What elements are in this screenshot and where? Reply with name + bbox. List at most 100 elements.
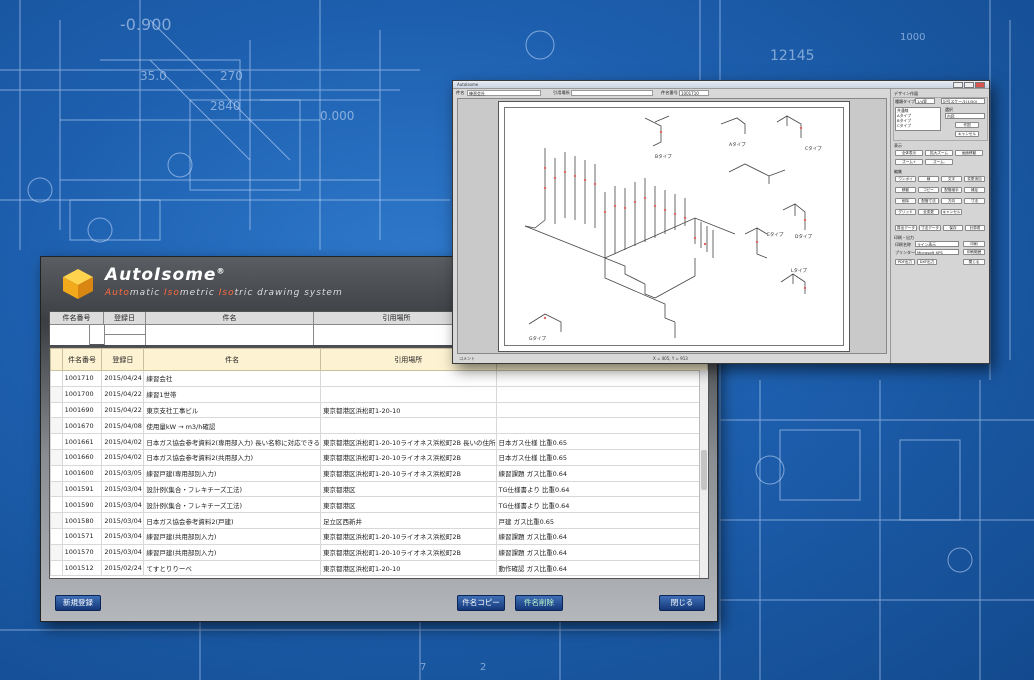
cell-number: 1001670 (61, 417, 103, 435)
row-selector[interactable] (50, 464, 63, 482)
cell-notes: TG仕様書より 比重0.64 (495, 496, 708, 514)
table-row[interactable]: 1001580 2015/03/04 日本ガス協会参考資料2(戸建) 足立区西新井 戸建… (50, 512, 708, 529)
pipe-size-select[interactable]: 1/4管 (915, 98, 935, 104)
calc-data-button[interactable]: 算出データ (895, 225, 917, 231)
print-name-select[interactable]: ライン表示 (915, 241, 959, 247)
row-selector[interactable] (50, 527, 63, 545)
search-number-input[interactable] (50, 325, 90, 345)
edit-tool-button[interactable]: 変更追加 (964, 176, 985, 182)
status-coordinates: X = 405, Y = 913 (653, 356, 688, 361)
table-scrollbar[interactable] (699, 370, 708, 578)
table-row[interactable]: 1001670 2015/04/08 使用量kW → m3/h確認 (50, 417, 708, 435)
save-button[interactable]: 保存 (943, 225, 963, 231)
close-button[interactable]: 閉じる (659, 595, 705, 611)
edit-tool-button[interactable]: 補足 (964, 187, 985, 193)
edit-tool-button[interactable]: 全変更 (918, 209, 939, 215)
row-selector[interactable] (50, 417, 63, 435)
info-location-field[interactable] (571, 90, 653, 96)
cancel-draw-button[interactable]: キャンセル (955, 131, 979, 137)
edit-tool-button[interactable]: キャンセル (941, 209, 962, 215)
edit-tool-button[interactable]: 方向 (941, 198, 962, 204)
close-icon[interactable] (975, 82, 985, 88)
delete-project-button[interactable]: 件名削除 (515, 595, 563, 611)
symbol-scale-select[interactable]: 記号スケール(1/50) (941, 98, 985, 104)
edit-tool-button[interactable]: 線 (918, 176, 939, 182)
print-button[interactable]: 印刷 (963, 241, 985, 247)
info-label-location: 引用場所 (553, 90, 570, 95)
info-number-field[interactable]: 1001710 (679, 90, 709, 96)
printer-select[interactable]: Microsoft XPS (915, 249, 959, 255)
search-name-input[interactable] (146, 325, 314, 345)
close-drawing-button[interactable]: 閉じる (963, 259, 985, 265)
info-name-field[interactable]: 練習会社 (467, 90, 541, 96)
header-date[interactable]: 登録日 (101, 348, 145, 371)
row-selector[interactable] (50, 401, 63, 419)
edit-tool-button[interactable]: 削除 (895, 198, 916, 204)
edit-tool-button[interactable]: ワンポイ (895, 176, 916, 182)
draw-button[interactable]: 作図 (955, 122, 979, 128)
cell-number: 1001512 (61, 559, 103, 577)
table-row[interactable]: 1001710 2015/04/24 練習会社 (50, 370, 708, 387)
row-selector[interactable] (50, 448, 63, 466)
svg-text:7: 7 (420, 662, 426, 673)
row-selector[interactable] (50, 543, 63, 561)
cell-date: 2015/03/04 (101, 527, 145, 545)
row-selector[interactable] (50, 559, 63, 577)
edit-tool-button[interactable]: 文字 (941, 176, 962, 182)
table-row[interactable]: 1001700 2015/04/22 練習1世帯 (50, 385, 708, 403)
minimize-icon[interactable] (953, 82, 963, 88)
table-row[interactable]: 1001660 2015/04/02 日本ガス協会参考資料2(共用部入力) 東京都港区… (50, 448, 708, 466)
table-row[interactable]: 1001661 2015/04/02 日本ガス協会参考資料2(専用部入力) 長い名称… (50, 433, 708, 450)
type-listbox[interactable]: 共通線 Aタイプ Bタイプ Cタイプ (895, 107, 941, 131)
dxf-export-button[interactable]: DXF出力 (917, 259, 937, 265)
scrollbar-thumb[interactable] (701, 450, 707, 490)
drawing-canvas[interactable]: Bタイプ Aタイプ Cタイプ Dタイプ Eタイプ Lタイプ Gタイプ (457, 98, 887, 354)
row-selector[interactable] (50, 433, 63, 450)
svg-text:1000: 1000 (900, 32, 925, 43)
edit-tool-button[interactable]: グリッド (895, 209, 916, 215)
dimension-data-button[interactable]: 寸法データ (919, 225, 941, 231)
header-number[interactable]: 件名番号 (61, 348, 103, 371)
pan-button[interactable]: 画面移動 (955, 150, 983, 156)
search-date-input[interactable] (104, 325, 146, 345)
edit-tool-button[interactable]: 配管継手 (941, 187, 962, 193)
report-button[interactable]: 計算書 (965, 225, 985, 231)
row-selector[interactable] (50, 385, 63, 403)
cell-date: 2015/04/02 (101, 433, 145, 450)
fit-view-button[interactable]: 全体表示 (895, 150, 923, 156)
cell-date: 2015/03/04 (101, 496, 145, 514)
zoom-out-button[interactable]: ズーム- (925, 159, 953, 165)
maximize-icon[interactable] (964, 82, 974, 88)
row-selector[interactable] (50, 512, 63, 529)
table-row[interactable]: 1001690 2015/04/22 東京支社工事ビル 東京都港区浜松町1-20-10 (50, 401, 708, 419)
zoom-in-button[interactable]: ズーム+ (895, 159, 923, 165)
table-row[interactable]: 1001591 2015/03/04 設計例(集合・フレキチーズ工法) 東京都港区 TG… (50, 480, 708, 498)
pdf-export-button[interactable]: PDF出力 (895, 259, 915, 265)
content-select[interactable]: 内容 (945, 113, 985, 119)
zoom-window-button[interactable]: 拡大ズーム (925, 150, 953, 156)
cell-name: 練習1世帯 (143, 385, 321, 403)
edit-tool-button[interactable]: コピー (918, 187, 939, 193)
table-row[interactable]: 1001600 2015/03/05 練習戸建(専用部別入力) 東京都港区浜松町1-2… (50, 464, 708, 482)
table-row[interactable]: 1001590 2015/03/04 設計例(集合・フレキチーズ工法) 東京都港区 TG… (50, 496, 708, 514)
new-project-button[interactable]: 新規登録 (55, 595, 101, 611)
row-selector[interactable] (50, 370, 63, 387)
subtitle-part: matic (129, 288, 165, 298)
table-row[interactable]: 1001571 2015/03/04 練習戸建(共用部別入力) 東京都港区浜松町1-2… (50, 527, 708, 545)
table-row[interactable]: 1001570 2015/03/04 練習戸建(共用部別入力) 東京都港区浜松町1-2… (50, 543, 708, 561)
sheet-border: Bタイプ Aタイプ Cタイプ Dタイプ Eタイプ Lタイプ Gタイプ (504, 107, 844, 346)
row-selector[interactable] (50, 480, 63, 498)
cell-location (319, 370, 497, 387)
table-row[interactable]: 1001512 2015/02/24 てすとりりーべ 東京都港区浜松町1-20-10 動… (50, 559, 708, 577)
edit-tool-button[interactable]: 配管寸法 (918, 198, 939, 204)
copy-project-button[interactable]: 件名コピー (457, 595, 505, 611)
row-selector[interactable] (50, 496, 63, 514)
cell-date: 2015/04/08 (101, 417, 145, 435)
header-name[interactable]: 件名 (143, 348, 321, 371)
edit-tool-button[interactable]: 寸法 (964, 198, 985, 204)
type-list-item[interactable]: Cタイプ (897, 123, 940, 128)
print-range-button[interactable]: 印刷範囲 (963, 249, 985, 255)
drawing-status-bar: コメント X = 405, Y = 913 (457, 355, 887, 363)
edit-tool-button[interactable]: 移動 (895, 187, 916, 193)
svg-text:-0.900: -0.900 (120, 15, 172, 34)
